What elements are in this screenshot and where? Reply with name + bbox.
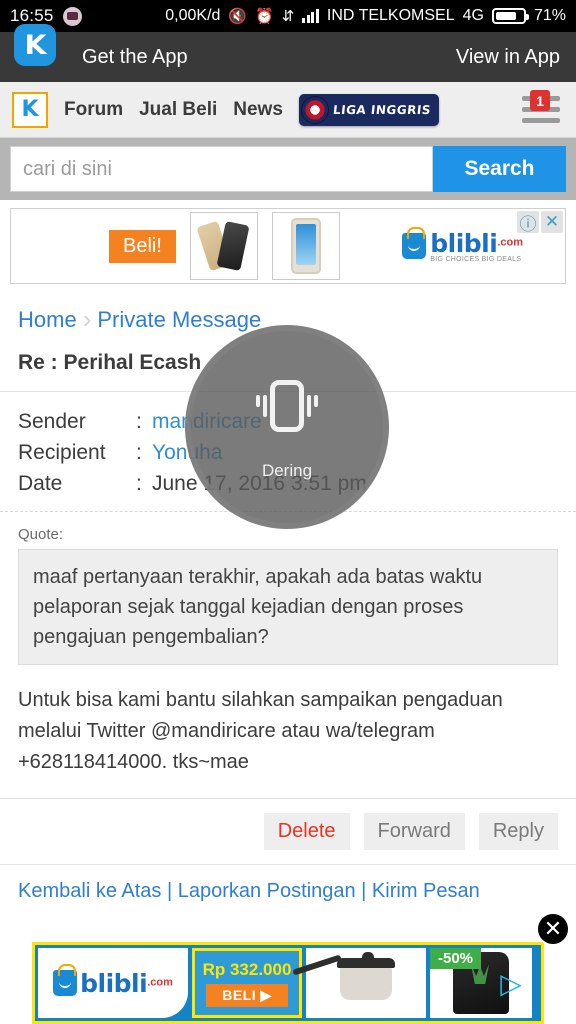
search-input[interactable]: cari di sini [10,146,433,192]
kaskus-logo[interactable]: K [12,91,48,128]
bottom-ad-buy-button[interactable]: BELI ▶ [206,983,288,1007]
vibrate-wave-right [307,395,318,417]
carrier-label: IND TELKOMSEL [326,7,455,24]
get-the-app-label: Get the App [82,45,188,68]
meta-colon: : [136,441,142,464]
bottom-ad-close-button[interactable]: ✕ [536,912,570,946]
data-rate-label: 0,00K/d [165,7,221,24]
bottom-ad-com-text: .com [147,976,173,989]
hamburger-line [522,118,560,123]
football-emblem-icon [300,95,329,124]
phone-screen: 16:55 0,00K/d 🔇 ⏰ ⇵ IND TELKOMSEL 4G 71%… [0,0,576,1024]
status-time: 16:55 [10,6,54,25]
quote-text: maaf pertanyaan terakhir, apakah ada bat… [18,549,558,665]
vibrate-icon [256,373,318,439]
bbm-icon [62,6,82,26]
blibli-brand-text: blibli [430,229,498,258]
data-transfer-icon: ⇵ [281,7,295,25]
status-right-cluster: 0,00K/d 🔇 ⏰ ⇵ IND TELKOMSEL 4G 71% [165,0,566,32]
ad-close-icon[interactable]: ✕ [541,211,563,233]
breadcrumb-current[interactable]: Private Message [97,307,261,333]
blibli-logo: blibli.com BIG CHOICES BIG DEALS [402,227,523,263]
search-bar: cari di sini Search [0,138,576,200]
ad-controls: ⓘ ✕ [517,211,563,234]
reply-button[interactable]: Reply [478,813,558,850]
top-ad-cta-button[interactable]: Beli! [109,229,176,263]
bottom-ad-price: Rp 332.000 [202,959,292,979]
meta-colon: : [136,472,142,495]
kaskus-logo-letter: K [21,97,39,122]
ringer-mode-label: Dering [261,461,313,480]
nav-item-jual-beli[interactable]: Jual Beli [139,99,217,121]
blibli-tagline: BIG CHOICES BIG DEALS [430,256,522,263]
bottom-ad-banner[interactable]: blibli.com Rp 332.000 BELI ▶ -50% ▷ [32,942,544,1024]
ad-info-icon[interactable]: ⓘ [517,211,539,234]
footer-links[interactable]: Kembali ke Atas | Laporkan Postingan | K… [0,865,576,905]
signal-icon [302,9,319,23]
nav-item-news[interactable]: News [233,99,283,121]
kaskus-app-icon: K [14,24,56,66]
hamburger-menu-button[interactable]: 1 [522,90,560,129]
quote-section: Quote: maaf pertanyaan terakhir, apakah … [0,512,576,665]
recipient-label: Recipient [18,441,106,464]
vibrate-phone-shape [270,380,304,432]
vibrate-wave-left [256,395,267,417]
message-actions: Delete Forward Reply [0,798,576,865]
pan-icon [292,952,395,1000]
battery-icon [491,8,529,24]
ad-product-image-2 [271,212,340,280]
bottom-ad-product-pan[interactable] [292,948,426,1018]
mute-icon: 🔇 [228,7,248,25]
alarm-icon: ⏰ [255,7,274,25]
ringer-mode-overlay: Dering [185,325,389,529]
top-ad-container: Beli! blibli.com BIG CHOICES BIG DEALS ⓘ… [0,200,576,290]
top-ad-banner[interactable]: Beli! blibli.com BIG CHOICES BIG DEALS ⓘ… [10,208,566,284]
bottom-ad-price-block[interactable]: Rp 332.000 BELI ▶ [192,948,302,1018]
kaskus-app-icon-letter: K [24,29,46,61]
blibli-com-text: .com [497,236,523,249]
date-label: Date [18,472,63,495]
meta-colon: : [136,410,142,433]
breadcrumb-home-link[interactable]: Home [18,307,77,333]
status-bar: 16:55 0,00K/d 🔇 ⏰ ⇵ IND TELKOMSEL 4G 71% [0,0,576,32]
nav-item-forum[interactable]: Forum [64,99,123,121]
bottom-ad-product-hoodie[interactable]: -50% ▷ [430,948,532,1018]
bottom-ad-brand-text: blibli [80,968,148,998]
view-in-app-button[interactable]: View in App [456,46,560,69]
battery-label: 71% [533,7,566,24]
message-body: Untuk bisa kami bantu silahkan sampaikan… [18,689,503,773]
play-arrow-icon[interactable]: ▷ [494,966,528,1000]
ad-product-image-1 [189,212,258,280]
forward-button[interactable]: Forward [363,813,465,850]
bottom-ad-brand-logo: blibli.com [38,948,188,1018]
get-the-app-banner[interactable]: K Get the App View in App [0,24,576,82]
site-navbar: K Forum Jual Beli News LIGA INGGRIS 1 [0,82,576,138]
liga-inggris-badge[interactable]: LIGA INGGRIS [298,93,439,126]
discount-badge: -50% [430,948,482,969]
shopping-bag-icon [53,964,78,996]
sender-label: Sender [18,410,86,433]
network-label: 4G [462,7,484,24]
liga-inggris-label: LIGA INGGRIS [332,102,432,117]
chevron-right-icon: › [82,304,92,334]
menu-notification-badge: 1 [530,90,550,111]
delete-button[interactable]: Delete [263,813,350,850]
shopping-bag-icon [402,227,427,259]
search-button[interactable]: Search [433,146,566,192]
